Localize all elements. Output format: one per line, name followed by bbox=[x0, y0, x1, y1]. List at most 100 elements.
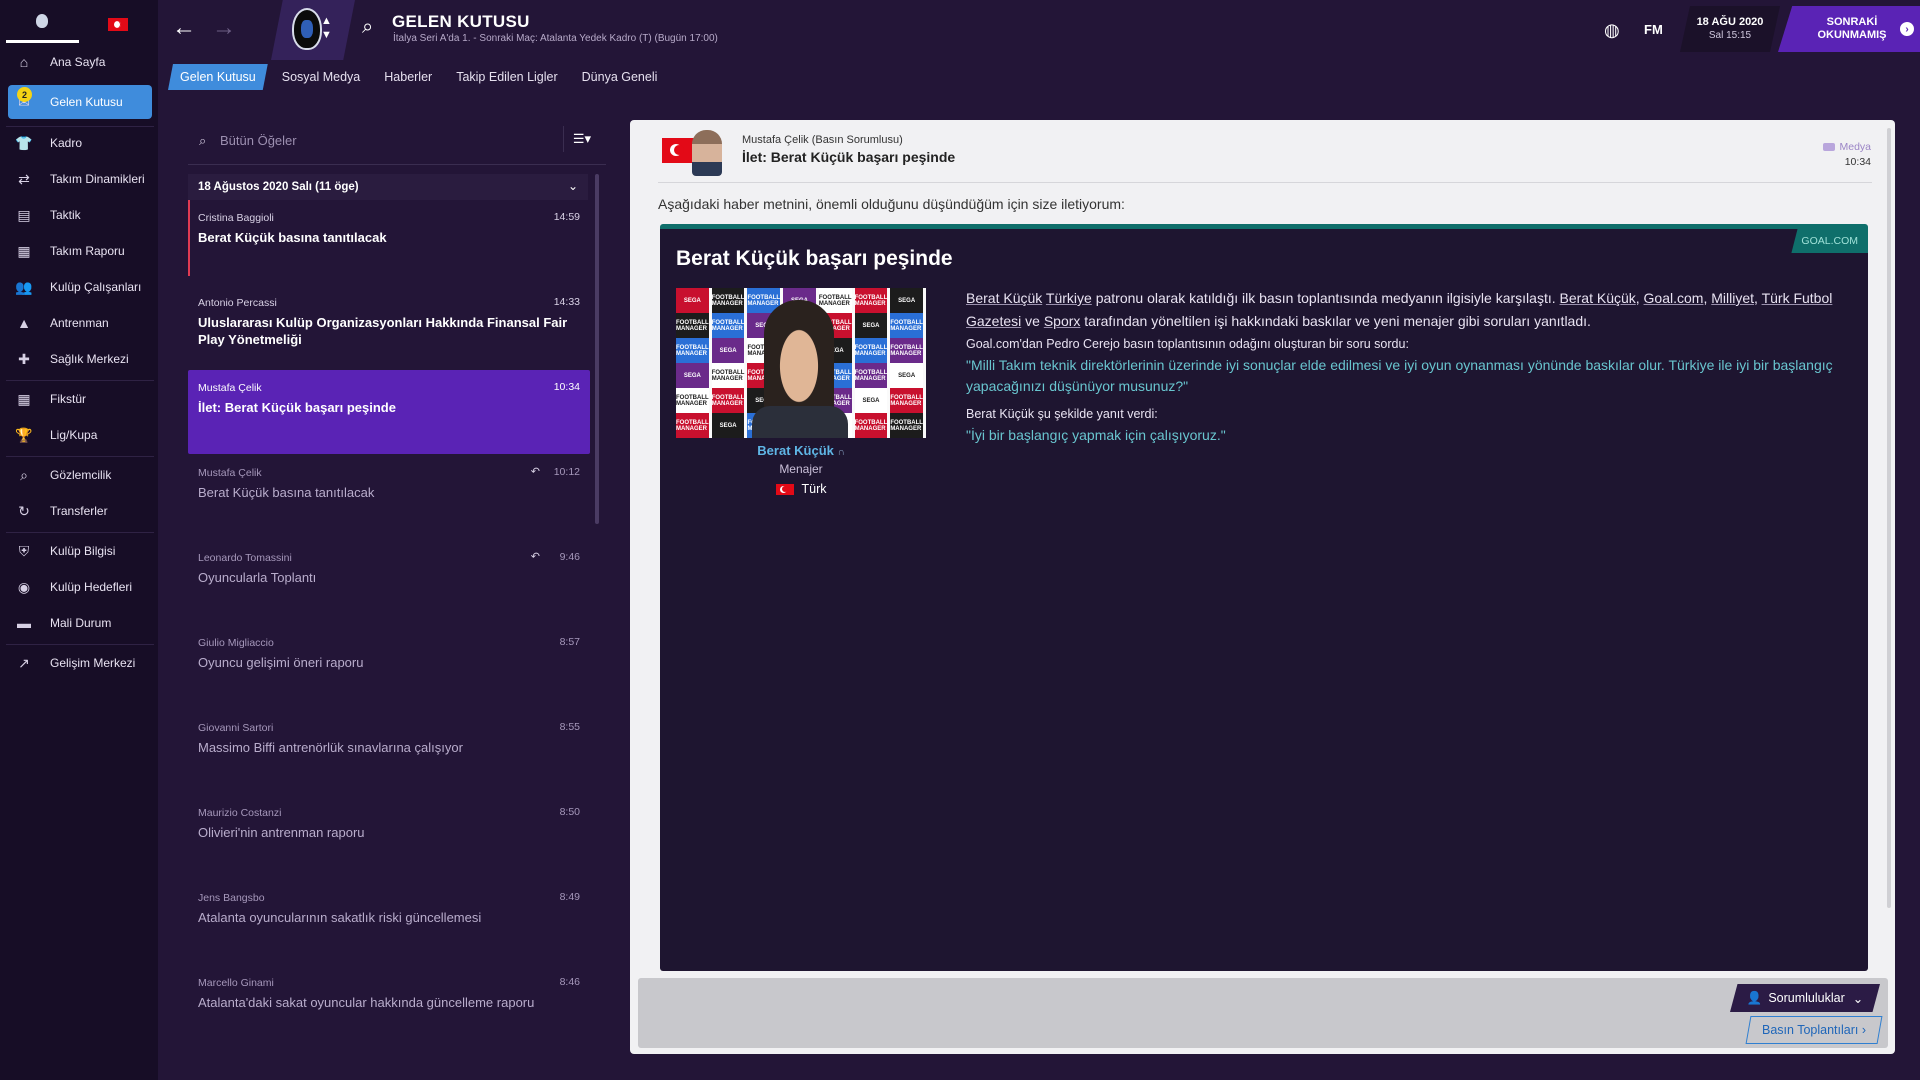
message-category: Medya bbox=[1823, 141, 1871, 153]
inbox-message[interactable]: Maurizio Costanzi 8:50 Olivieri'nin antr… bbox=[188, 795, 590, 879]
message-time: 8:57 bbox=[559, 636, 580, 648]
article-paragraph: Goal.com'dan Pedro Cerejo basın toplantı… bbox=[966, 337, 1409, 351]
message-time: 10:12 bbox=[553, 466, 580, 478]
inbox-message[interactable]: Leonardo Tomassini ↶ 9:46 Oyuncularla To… bbox=[188, 540, 590, 624]
article-quote: "İyi bir başlangıç yapmak için çalışıyor… bbox=[966, 427, 1226, 443]
sidebar-item-inbox[interactable]: ✉ 2 Gelen Kutusu bbox=[8, 85, 152, 119]
media-link[interactable]: Milliyet bbox=[1711, 290, 1754, 306]
sidebar-item-squad[interactable]: 👕 Kadro bbox=[8, 128, 152, 158]
sponsor-logo: FOOTBALL MANAGER bbox=[854, 338, 888, 363]
divider bbox=[6, 126, 154, 127]
sidebar-item-label: Gelen Kutusu bbox=[50, 95, 123, 109]
sidebar-item-label: Lig/Kupa bbox=[50, 428, 98, 442]
person-link[interactable]: Berat Küçük bbox=[1560, 290, 1636, 306]
sidebar-item-training[interactable]: ▲ Antrenman bbox=[8, 308, 152, 338]
media-link[interactable]: Sporx bbox=[1044, 313, 1081, 329]
inbox-message-selected[interactable]: Mustafa Çelik 10:34 İlet: Berat Küçük ba… bbox=[188, 370, 590, 454]
inbox-message[interactable]: Giovanni Sartori 8:55 Massimo Biffi antr… bbox=[188, 710, 590, 794]
tab-world[interactable]: Dünya Geneli bbox=[572, 64, 668, 90]
reply-icon: ↶ bbox=[530, 466, 540, 478]
sidebar-item-label: Takım Raporu bbox=[50, 244, 125, 258]
forward-arrow-icon[interactable]: → bbox=[212, 14, 236, 42]
message-subject: Atalanta'daki sakat oyuncular hakkında g… bbox=[198, 995, 535, 1010]
shield-icon: ⛨ bbox=[18, 542, 30, 559]
inbox-message[interactable]: Cristina Baggioli 14:59 Berat Küçük bası… bbox=[188, 200, 590, 284]
turkey-flag-icon[interactable] bbox=[108, 18, 128, 31]
sidebar-item-home[interactable]: ⌂ Ana Sayfa bbox=[8, 47, 152, 77]
inbox-message[interactable]: Mustafa Çelik ↶ 10:12 Berat Küçük basına… bbox=[188, 455, 590, 539]
sidebar-item-label: Transferler bbox=[50, 504, 108, 518]
sidebar-item-dynamics[interactable]: ⇄ Takım Dinamikleri bbox=[8, 164, 152, 194]
article-text: ve bbox=[1021, 313, 1044, 329]
sponsor-logo: FOOTBALL MANAGER bbox=[676, 388, 709, 413]
inbox-search-input[interactable] bbox=[218, 128, 542, 152]
back-arrow-icon[interactable]: ← bbox=[172, 14, 196, 42]
club-crest-icon[interactable] bbox=[36, 14, 48, 28]
responsibilities-button[interactable]: 👤 Sorumluluklar ⌄ bbox=[1730, 984, 1880, 1012]
media-link[interactable]: Goal.com bbox=[1644, 290, 1704, 306]
sidebar-item-fixtures[interactable]: ▦ Fikstür bbox=[8, 384, 152, 414]
sidebar-item-competitions[interactable]: 🏆 Lig/Kupa bbox=[8, 420, 152, 450]
person-name-link[interactable]: Berat Küçük ∩ bbox=[676, 443, 926, 458]
sidebar-item-finances[interactable]: ▬ Mali Durum bbox=[8, 608, 152, 638]
sender-avatar[interactable] bbox=[692, 130, 722, 176]
message-subject: İlet: Berat Küçük başarı peşinde bbox=[198, 400, 396, 415]
sidebar-item-label: Kulüp Hedefleri bbox=[50, 580, 133, 594]
divider bbox=[188, 164, 606, 165]
scouting-icon: ⌕ bbox=[20, 466, 28, 483]
next-unread-button[interactable]: SONRAKİ OKUNMAMIŞ › bbox=[1778, 6, 1920, 52]
sponsor-logo: SEGA bbox=[890, 363, 924, 388]
sponsor-logo: FOOTBALL MANAGER bbox=[890, 338, 924, 363]
unread-badge: 2 bbox=[17, 87, 32, 102]
press-conferences-button[interactable]: Basın Toplantıları › bbox=[1745, 1016, 1883, 1044]
club-crest-icon[interactable] bbox=[292, 8, 322, 50]
message-time: 9:46 bbox=[559, 551, 580, 563]
sidebar-item-team-report[interactable]: ▦ Takım Raporu bbox=[8, 236, 152, 266]
fm-menu-button[interactable]: FM bbox=[1644, 22, 1663, 37]
chevron-down-icon: ⌄ bbox=[1852, 991, 1864, 1006]
sponsor-logo: FOOTBALL MANAGER bbox=[711, 313, 745, 338]
globe-icon[interactable]: ◍ bbox=[1604, 20, 1620, 41]
nation-link[interactable]: Türkiye bbox=[1046, 290, 1092, 306]
search-icon[interactable]: ⌕ bbox=[362, 16, 373, 39]
tab-social-media[interactable]: Sosyal Medya bbox=[272, 64, 371, 90]
chevron-right-icon: › bbox=[1900, 22, 1914, 36]
message-sender: Mustafa Çelik bbox=[198, 382, 262, 394]
sidebar-item-development[interactable]: ↗ Gelişim Merkezi bbox=[8, 648, 152, 678]
sponsor-logo: FOOTBALL MANAGER bbox=[854, 288, 888, 313]
inbox-message[interactable]: Marcello Ginami 8:46 Atalanta'daki sakat… bbox=[188, 965, 590, 1049]
tab-inbox[interactable]: Gelen Kutusu bbox=[168, 64, 268, 90]
divider bbox=[6, 644, 154, 645]
inbox-message[interactable]: Jens Bangsbo 8:49 Atalanta oyuncularının… bbox=[188, 880, 590, 964]
trophy-icon: 🏆 bbox=[15, 426, 33, 443]
sidebar-item-scouting[interactable]: ⌕ Gözlemcilik bbox=[8, 460, 152, 490]
date-group-header[interactable]: 18 Ağustos 2020 Salı (11 öge) ⌄ bbox=[188, 174, 588, 200]
sidebar-item-staff[interactable]: 👥 Kulüp Çalışanları bbox=[8, 272, 152, 302]
panel-scrollbar[interactable] bbox=[1887, 128, 1891, 908]
sidebar-item-tactics[interactable]: ▤ Taktik bbox=[8, 200, 152, 230]
responsibilities-label: Sorumluluklar bbox=[1768, 991, 1845, 1005]
staff-icon: 👥 bbox=[15, 278, 33, 295]
sidebar-item-club-vision[interactable]: ◉ Kulüp Hedefleri bbox=[8, 572, 152, 602]
inbox-message[interactable]: Giulio Migliaccio 8:57 Oyuncu gelişimi ö… bbox=[188, 625, 590, 709]
inbox-message[interactable]: Antonio Percassi 14:33 Uluslararası Kulü… bbox=[188, 285, 590, 369]
date-text: 18 AĞU 2020 bbox=[1696, 16, 1764, 28]
club-switch-chevron-icon[interactable]: ▲ ▼ bbox=[321, 14, 332, 42]
sponsor-logo: SEGA bbox=[854, 388, 888, 413]
sidebar-item-club-info[interactable]: ⛨ Kulüp Bilgisi bbox=[8, 536, 152, 566]
sort-menu-button[interactable]: ☰▾ bbox=[563, 126, 600, 152]
person-nationality: Türk bbox=[676, 482, 926, 496]
tab-news[interactable]: Haberler bbox=[374, 64, 442, 90]
sidebar-item-medical[interactable]: ✚ Sağlık Merkezi bbox=[8, 344, 152, 374]
sidebar-item-transfers[interactable]: ↻ Transferler bbox=[8, 496, 152, 526]
sponsor-logo: FOOTBALL MANAGER bbox=[890, 413, 924, 438]
sidebar-item-label: Taktik bbox=[50, 208, 81, 222]
date-display[interactable]: 18 AĞU 2020 Sal 15:15 bbox=[1680, 6, 1780, 52]
list-scrollbar[interactable] bbox=[595, 174, 599, 524]
tab-followed-leagues[interactable]: Takip Edilen Ligler bbox=[446, 64, 567, 90]
reply-icon: ↶ bbox=[530, 551, 540, 563]
message-sender: Cristina Baggioli bbox=[198, 212, 274, 224]
person-link[interactable]: Berat Küçük bbox=[966, 290, 1042, 306]
sidebar-item-label: Sağlık Merkezi bbox=[50, 352, 129, 366]
person-photo[interactable]: SEGAFOOTBALL MANAGERFOOTBALL MANAGERSEGA… bbox=[676, 288, 926, 438]
